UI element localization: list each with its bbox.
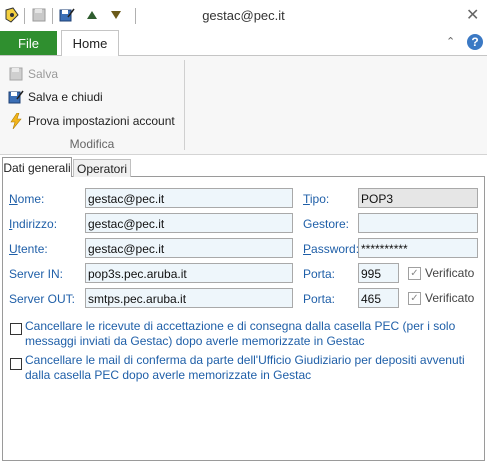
tab-file[interactable]: File — [0, 31, 57, 55]
save-label: Salva — [28, 67, 59, 81]
verified-in-label: Verificato — [425, 266, 475, 280]
ribbon-group-separator — [184, 60, 185, 150]
porta-out-label: Porta: — [303, 292, 336, 306]
save-close-icon — [8, 89, 24, 105]
save-button[interactable]: Salva — [8, 64, 58, 84]
gestore-input[interactable] — [358, 213, 478, 233]
cancel-receipts-checkbox[interactable] — [10, 323, 22, 335]
tab-home[interactable]: Home — [61, 30, 119, 56]
server-in-label: Server IN: — [9, 267, 64, 281]
save-close-label: Salva e chiudi — [28, 90, 103, 104]
save-close-button[interactable]: Salva e chiudi — [8, 87, 103, 107]
ribbon-group-label: Modifica — [69, 137, 115, 151]
verified-in-checkbox[interactable]: ✓ Verificato — [408, 266, 474, 280]
save-icon — [8, 66, 24, 82]
help-icon[interactable]: ? — [467, 34, 483, 50]
tab-general[interactable]: Dati generali — [2, 157, 72, 177]
cancel-confirm-label: Cancellare le mail di conferma da parte … — [25, 353, 465, 382]
nome-input[interactable]: gestac@pec.it — [85, 188, 293, 208]
server-out-input[interactable]: smtps.pec.aruba.it — [85, 288, 293, 308]
gestore-label: Gestore: — [303, 217, 350, 231]
check-icon: ✓ — [408, 266, 421, 280]
porta-in-input[interactable]: 995 — [358, 263, 399, 283]
verified-out-label: Verificato — [425, 291, 475, 305]
password-label: Password: — [303, 242, 360, 256]
test-account-label: Prova impostazioni account — [28, 114, 175, 128]
utente-label: Utente: — [9, 242, 48, 256]
porta-out-input[interactable]: 465 — [358, 288, 399, 308]
close-icon[interactable]: ✕ — [466, 5, 479, 25]
nome-label: Nome: — [9, 192, 45, 206]
utente-input[interactable]: gestac@pec.it — [85, 238, 293, 258]
indirizzo-input[interactable]: gestac@pec.it — [85, 213, 293, 233]
server-out-label: Server OUT: — [9, 292, 76, 306]
tipo-select[interactable]: POP3 — [358, 188, 478, 208]
check-icon: ✓ — [408, 291, 421, 305]
cancel-receipts-label: Cancellare le ricevute di accettazione e… — [25, 319, 456, 348]
indirizzo-label: Indirizzo: — [9, 217, 58, 231]
server-in-input[interactable]: pop3s.pec.aruba.it — [85, 263, 293, 283]
password-input[interactable]: ********** — [358, 238, 478, 258]
tab-operators[interactable]: Operatori — [73, 159, 131, 177]
collapse-ribbon-icon[interactable]: ⌃ — [446, 35, 455, 48]
test-account-button[interactable]: Prova impostazioni account — [8, 111, 175, 131]
verified-out-checkbox[interactable]: ✓ Verificato — [408, 291, 474, 305]
porta-in-label: Porta: — [303, 267, 336, 281]
lightning-icon — [8, 113, 24, 129]
tipo-label: Tipo: — [303, 192, 330, 206]
cancel-confirm-checkbox[interactable] — [10, 358, 22, 370]
window-title: gestac@pec.it — [202, 8, 285, 23]
